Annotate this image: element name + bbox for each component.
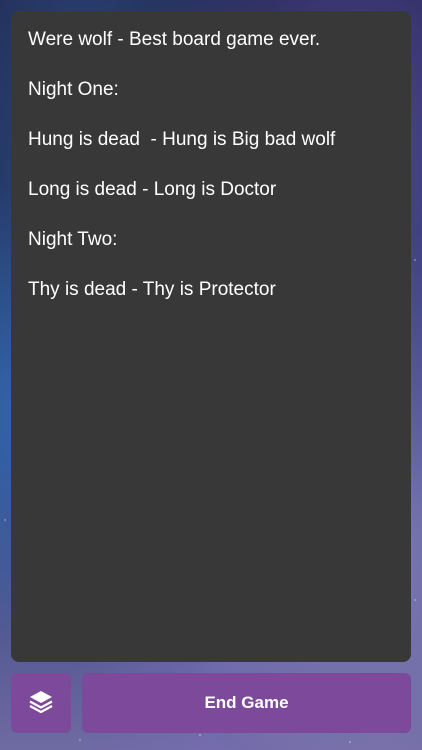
game-log-panel: Were wolf - Best board game ever. Night … <box>11 11 411 662</box>
night-two-heading: Night Two: <box>28 229 118 250</box>
end-game-button[interactable]: End Game <box>82 673 411 733</box>
layers-button[interactable] <box>11 673 71 733</box>
log-entry: Long is dead - Long is Doctor <box>28 179 277 200</box>
log-entry: Thy is dead - Thy is Protector <box>28 279 276 300</box>
game-title-line: Were wolf - Best board game ever. <box>28 29 321 50</box>
layers-icon <box>28 688 54 718</box>
log-entry: Hung is dead - Hung is Big bad wolf <box>28 129 336 150</box>
night-one-heading: Night One: <box>28 79 119 100</box>
